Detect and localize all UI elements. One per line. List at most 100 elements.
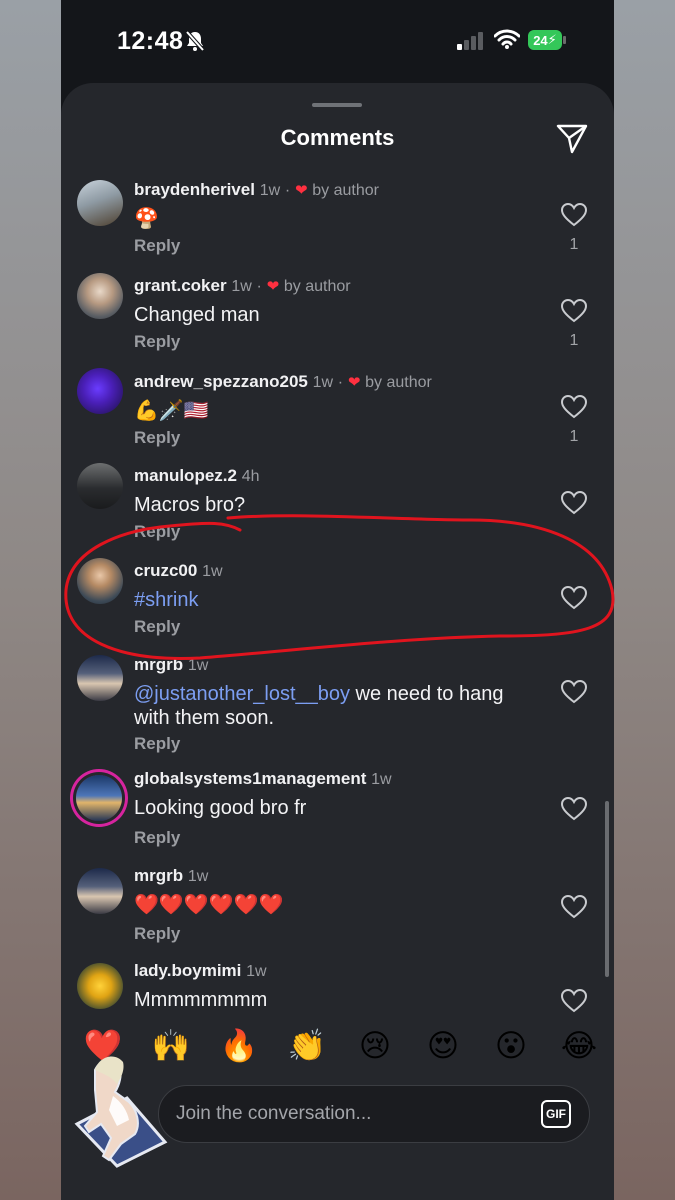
avatar[interactable] — [77, 655, 123, 701]
separator-dot: · — [337, 374, 344, 391]
heart-outline-icon[interactable] — [561, 797, 587, 821]
bell-muted-icon — [185, 30, 205, 52]
emoji-button[interactable]: 😍 — [421, 1027, 465, 1065]
status-bar: 12:48 24 ⚡ — [61, 0, 614, 80]
avatar[interactable] — [77, 180, 123, 226]
comment-time: 1w — [371, 771, 392, 788]
author-heart-icon: ❤ — [294, 182, 308, 199]
comment-header: grant.coker 1w · ❤ by author — [134, 276, 351, 296]
comment-header: manulopez.2 4h — [134, 466, 260, 486]
reply-button[interactable]: Reply — [134, 332, 180, 352]
comment-header: andrew_spezzano205 1w · ❤ by author — [134, 372, 432, 392]
comment-time: 1w — [202, 563, 223, 580]
comment-time: 1w — [187, 657, 209, 674]
comment-text: Changed man — [134, 304, 260, 326]
comment-header: mrgrb 1w — [134, 866, 208, 886]
comment-header: cruzc00 1w — [134, 561, 223, 581]
author-heart-icon: ❤ — [347, 374, 361, 391]
comment-time: 1w — [231, 278, 252, 295]
avatar[interactable] — [77, 463, 123, 509]
comment-text: @justanother_lost__boy we need to hang w… — [134, 682, 534, 730]
separator-dot: · — [256, 278, 262, 295]
comment-username[interactable]: lady.boymimi — [134, 961, 241, 980]
avatar[interactable] — [77, 368, 123, 414]
emoji-button[interactable]: 🔥 — [217, 1027, 261, 1065]
comment-username[interactable]: globalsystems1management — [134, 769, 366, 788]
comment-header: lady.boymimi 1w — [134, 961, 267, 981]
reply-button[interactable]: Reply — [134, 236, 180, 256]
comment-text: 🍄 — [134, 208, 159, 230]
comment-input[interactable]: Join the conversation... GIF — [158, 1085, 590, 1143]
emoji-button[interactable]: 😢 — [353, 1027, 397, 1065]
wifi-icon — [494, 29, 520, 49]
comment-text: Macros bro? — [134, 494, 246, 516]
like-count: 1 — [569, 428, 579, 445]
battery-indicator: 24 ⚡ — [528, 30, 562, 50]
author-heart-icon: ❤ — [266, 278, 280, 295]
sheet-title: Comments — [280, 125, 395, 150]
reply-button[interactable]: Reply — [134, 734, 180, 754]
avatar[interactable] — [77, 273, 123, 319]
heart-outline-icon[interactable] — [561, 299, 587, 323]
comment-username[interactable]: mrgrb — [134, 655, 183, 674]
separator-dot: · — [284, 182, 291, 199]
comment-time: 1w — [187, 868, 209, 885]
status-time: 12:48 — [117, 27, 184, 55]
avatar[interactable] — [77, 558, 123, 604]
hashtag-link[interactable]: #shrink — [134, 589, 198, 611]
comment-time: 1w — [246, 963, 267, 980]
comment-header: mrgrb 1w — [134, 655, 208, 675]
comment-username[interactable]: manulopez.2 — [134, 466, 237, 485]
scrollbar[interactable] — [605, 801, 609, 977]
sheet-grabber[interactable] — [312, 103, 362, 107]
avatar[interactable] — [77, 868, 123, 914]
reply-button[interactable]: Reply — [134, 522, 180, 542]
like-count: 1 — [569, 332, 579, 349]
gif-button[interactable]: GIF — [541, 1100, 571, 1128]
reply-button[interactable]: Reply — [134, 428, 180, 448]
emoji-button[interactable]: 😮 — [489, 1027, 533, 1065]
comment-time: 1w — [259, 182, 281, 199]
liked-by-author-label: by author — [365, 374, 432, 391]
battery-level: 24 — [533, 32, 548, 48]
comment-text: Mmmmmmmm — [134, 989, 268, 1011]
heart-outline-icon[interactable] — [561, 395, 587, 419]
heart-outline-icon[interactable] — [561, 680, 587, 704]
heart-outline-icon[interactable] — [561, 895, 587, 919]
reply-button[interactable]: Reply — [134, 828, 180, 848]
comments-sheet: Comments braydenherivel 1w · ❤ by author… — [61, 83, 614, 1200]
mention-link[interactable]: @justanother_lost__boy — [134, 683, 350, 705]
comment-input-placeholder: Join the conversation... — [176, 1103, 372, 1124]
avatar[interactable] — [76, 775, 122, 821]
battery-cap — [563, 36, 566, 44]
comment-text: 💪🗡️🇺🇸 — [134, 400, 209, 422]
liked-by-author-label: by author — [312, 182, 379, 199]
liked-by-author-label: by author — [283, 278, 351, 295]
comment-time: 1w — [312, 374, 334, 391]
comment-username[interactable]: andrew_spezzano205 — [134, 372, 308, 391]
phone-screen: 12:48 24 ⚡ Comments braydenherivel 1w · … — [61, 0, 614, 1200]
share-icon[interactable] — [555, 121, 589, 155]
heart-outline-icon[interactable] — [561, 989, 587, 1013]
reply-button[interactable]: Reply — [134, 924, 180, 944]
comment-text: Looking good bro fr — [134, 797, 307, 819]
comment-username[interactable]: braydenherivel — [134, 180, 255, 199]
emoji-button[interactable]: 👏 — [285, 1027, 329, 1065]
comment-time: 4h — [241, 468, 260, 485]
heart-outline-icon[interactable] — [561, 491, 587, 515]
heart-outline-icon[interactable] — [561, 586, 587, 610]
avatar[interactable] — [77, 963, 123, 1009]
comment-username[interactable]: grant.coker — [134, 276, 227, 295]
cellular-signal-icon — [457, 32, 483, 50]
emoji-button[interactable]: 😂 — [557, 1027, 601, 1065]
comment-header: globalsystems1management 1w — [134, 769, 392, 789]
comment-text: ❤️❤️❤️❤️❤️❤️ — [134, 894, 284, 916]
comment-header: braydenherivel 1w · ❤ by author — [134, 180, 379, 200]
reply-button[interactable]: Reply — [134, 617, 180, 637]
like-count: 1 — [569, 236, 579, 253]
heart-outline-icon[interactable] — [561, 203, 587, 227]
user-avatar-sticker[interactable] — [65, 1040, 171, 1170]
comment-username[interactable]: mrgrb — [134, 866, 183, 885]
comment-text: #shrink — [134, 588, 534, 612]
comment-username[interactable]: cruzc00 — [134, 561, 197, 580]
